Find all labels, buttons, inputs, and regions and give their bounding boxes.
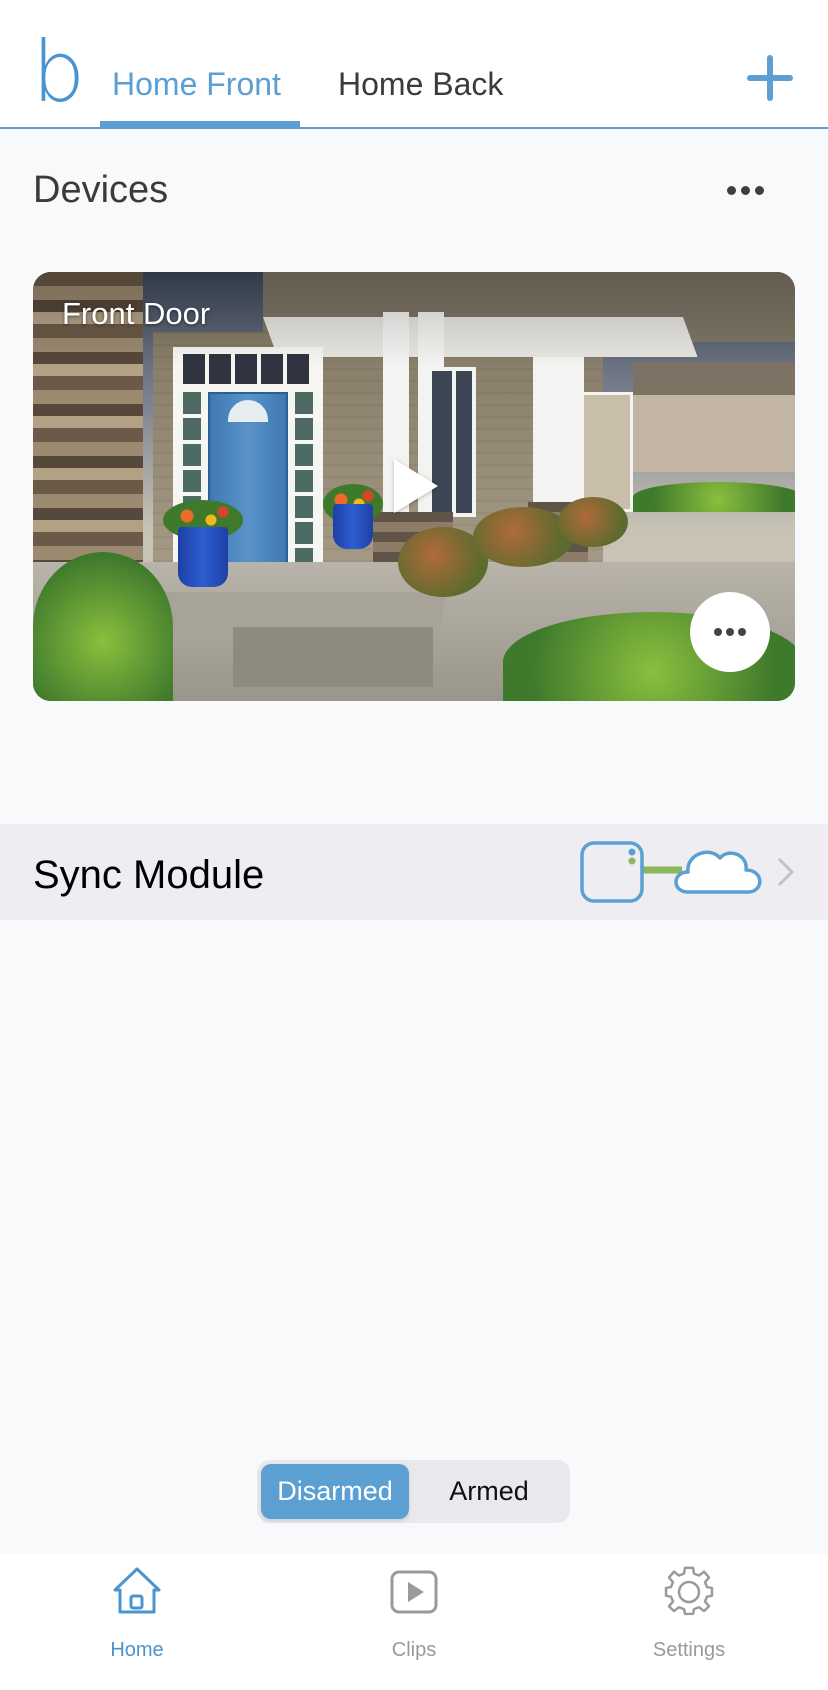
arm-mode-segmented-control: Disarmed Armed bbox=[257, 1460, 570, 1523]
tabbar-item-settings[interactable]: Settings bbox=[609, 1566, 769, 1661]
tabbar-item-clips[interactable]: Clips bbox=[334, 1566, 494, 1661]
tabbar-item-home[interactable]: Home bbox=[57, 1566, 217, 1661]
tabbar-label-home: Home bbox=[110, 1639, 164, 1661]
home-icon bbox=[113, 1567, 161, 1614]
tab-home-back[interactable]: Home Back bbox=[338, 64, 503, 104]
active-tab-indicator bbox=[100, 121, 300, 128]
play-icon[interactable] bbox=[394, 459, 438, 513]
disarmed-option[interactable]: Disarmed bbox=[261, 1464, 409, 1519]
devices-more-ellipsis-icon[interactable] bbox=[720, 175, 770, 205]
armed-option[interactable]: Armed bbox=[413, 1464, 565, 1519]
clips-play-icon bbox=[390, 1570, 438, 1614]
devices-heading: Devices bbox=[33, 169, 169, 211]
tab-home-front[interactable]: Home Front bbox=[112, 64, 281, 104]
sync-module-cloud-connected-icon bbox=[580, 841, 762, 903]
gear-icon bbox=[664, 1566, 714, 1616]
chevron-right-icon[interactable] bbox=[774, 857, 798, 887]
tabbar-label-settings: Settings bbox=[652, 1639, 726, 1661]
bottom-tab-bar: Home Clips Settings bbox=[0, 1554, 828, 1690]
camera-name: Front Door bbox=[62, 296, 211, 331]
sync-module-row[interactable]: Sync Module bbox=[0, 824, 828, 920]
blink-logo: b bbox=[32, 23, 85, 121]
tabbar-label-clips: Clips bbox=[391, 1639, 437, 1661]
camera-more-ellipsis-icon[interactable] bbox=[690, 592, 770, 672]
add-plus-icon[interactable] bbox=[745, 53, 795, 103]
sync-module-label: Sync Module bbox=[33, 853, 265, 897]
camera-card-front-door[interactable]: Front Door bbox=[33, 272, 795, 701]
top-header: b Home Front Home Back bbox=[0, 0, 828, 129]
